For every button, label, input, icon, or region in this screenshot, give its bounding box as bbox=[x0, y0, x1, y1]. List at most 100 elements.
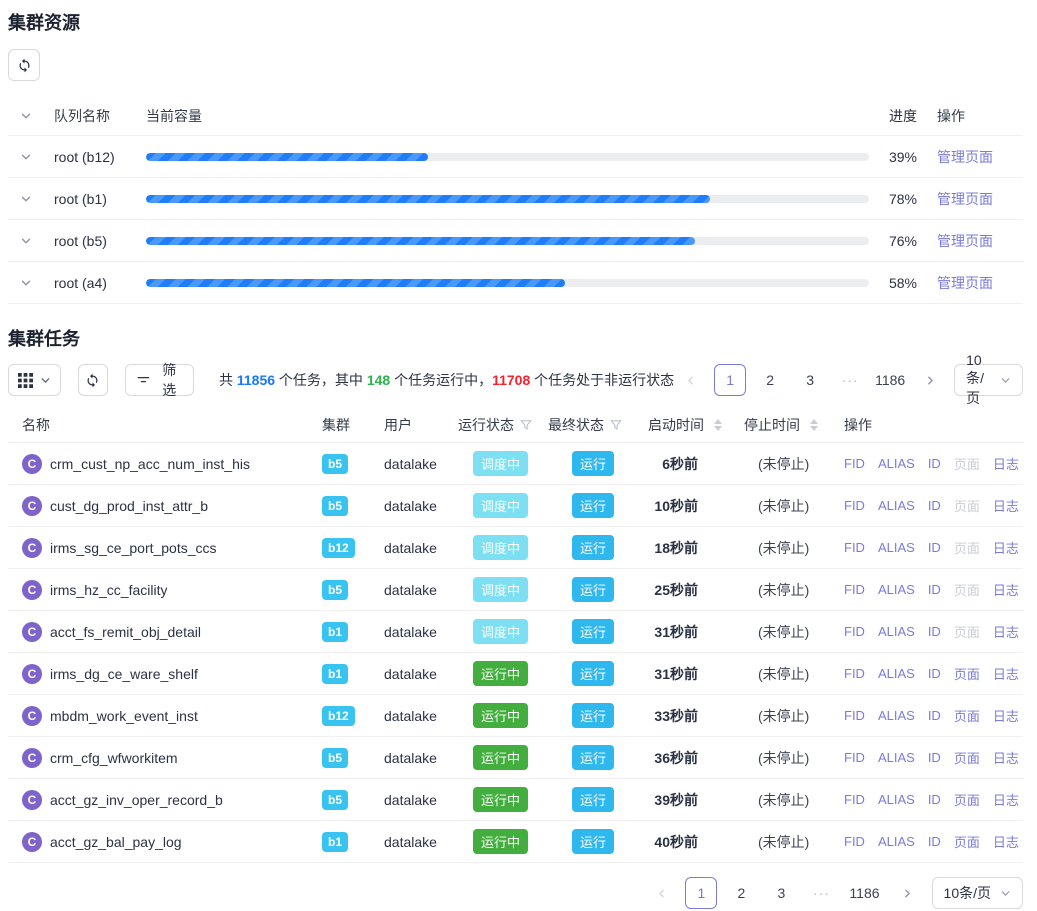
log-link[interactable]: 日志 bbox=[993, 538, 1019, 557]
page-link[interactable]: 页面 bbox=[954, 580, 980, 599]
page-button-3[interactable]: 3 bbox=[765, 877, 797, 909]
page-link[interactable]: 页面 bbox=[954, 664, 980, 683]
stop-time-header: 停止时间 bbox=[744, 415, 844, 435]
page-button-3[interactable]: 3 bbox=[794, 364, 826, 396]
resources-refresh-button[interactable] bbox=[8, 49, 40, 81]
next-page-button[interactable] bbox=[892, 877, 924, 909]
page-link[interactable]: 页面 bbox=[954, 538, 980, 557]
filter-button[interactable]: 筛选 bbox=[125, 364, 194, 396]
pagination-ellipsis[interactable]: ··· bbox=[834, 364, 866, 396]
fid-link[interactable]: FID bbox=[844, 498, 865, 513]
alias-link[interactable]: ALIAS bbox=[878, 750, 915, 765]
layout-grid-dropdown-button[interactable] bbox=[8, 364, 61, 396]
task-user: datalake bbox=[384, 582, 458, 598]
log-link[interactable]: 日志 bbox=[993, 454, 1019, 473]
collapse-all-chevron-down-icon[interactable] bbox=[20, 110, 45, 122]
alias-link[interactable]: ALIAS bbox=[878, 708, 915, 723]
pagination-ellipsis[interactable]: ··· bbox=[805, 877, 837, 909]
task-rows: C crm_cust_np_acc_num_inst_his b5 datala… bbox=[8, 443, 1023, 863]
page-link[interactable]: 页面 bbox=[954, 832, 980, 851]
log-link[interactable]: 日志 bbox=[993, 748, 1019, 767]
task-name: irms_dg_ce_ware_shelf bbox=[50, 666, 198, 682]
page-link[interactable]: 页面 bbox=[954, 706, 980, 725]
page-size-select[interactable]: 10条/页 bbox=[932, 877, 1023, 909]
log-link[interactable]: 日志 bbox=[993, 832, 1019, 851]
stop-time: (未停止) bbox=[744, 748, 844, 768]
id-link[interactable]: ID bbox=[928, 708, 941, 723]
final-status-badge: 运行 bbox=[572, 745, 614, 770]
fid-link[interactable]: FID bbox=[844, 582, 865, 597]
fid-link[interactable]: FID bbox=[844, 708, 865, 723]
alias-link[interactable]: ALIAS bbox=[878, 624, 915, 639]
task-avatar: C bbox=[22, 538, 42, 558]
page-button-1[interactable]: 1 bbox=[685, 877, 717, 909]
page-link[interactable]: 页面 bbox=[954, 454, 980, 473]
id-link[interactable]: ID bbox=[928, 792, 941, 807]
stop-time: (未停止) bbox=[744, 580, 844, 600]
fid-link[interactable]: FID bbox=[844, 666, 865, 681]
alias-link[interactable]: ALIAS bbox=[878, 540, 915, 555]
fid-link[interactable]: FID bbox=[844, 624, 865, 639]
log-link[interactable]: 日志 bbox=[993, 622, 1019, 641]
alias-link[interactable]: ALIAS bbox=[878, 666, 915, 681]
funnel-icon[interactable] bbox=[610, 419, 622, 431]
task-name: crm_cfg_wfworkitem bbox=[50, 750, 178, 766]
page-link[interactable]: 页面 bbox=[954, 790, 980, 809]
fid-link[interactable]: FID bbox=[844, 750, 865, 765]
start-time: 40秒前 bbox=[648, 832, 744, 852]
final-status-badge: 运行 bbox=[572, 703, 614, 728]
manage-page-link[interactable]: 管理页面 bbox=[937, 275, 993, 291]
sort-carets-icon[interactable] bbox=[810, 419, 818, 431]
log-link[interactable]: 日志 bbox=[993, 664, 1019, 683]
alias-link[interactable]: ALIAS bbox=[878, 834, 915, 849]
next-page-button[interactable] bbox=[914, 364, 946, 396]
log-link[interactable]: 日志 bbox=[993, 790, 1019, 809]
alias-link[interactable]: ALIAS bbox=[878, 456, 915, 471]
id-link[interactable]: ID bbox=[928, 582, 941, 597]
expand-chevron-down-icon[interactable] bbox=[20, 235, 45, 247]
expand-chevron-down-icon[interactable] bbox=[20, 193, 45, 205]
page-button-2[interactable]: 2 bbox=[754, 364, 786, 396]
last-page-button[interactable]: 1186 bbox=[845, 877, 883, 909]
page-size-select[interactable]: 10条/页 bbox=[954, 364, 1023, 396]
id-link[interactable]: ID bbox=[928, 750, 941, 765]
id-link[interactable]: ID bbox=[928, 540, 941, 555]
id-link[interactable]: ID bbox=[928, 834, 941, 849]
run-status-badge: 运行中 bbox=[473, 787, 528, 812]
fid-link[interactable]: FID bbox=[844, 540, 865, 555]
manage-page-link[interactable]: 管理页面 bbox=[937, 191, 993, 207]
page-link[interactable]: 页面 bbox=[954, 622, 980, 641]
page-button-2[interactable]: 2 bbox=[725, 877, 757, 909]
id-link[interactable]: ID bbox=[928, 624, 941, 639]
fid-link[interactable]: FID bbox=[844, 456, 865, 471]
id-link[interactable]: ID bbox=[928, 666, 941, 681]
id-link[interactable]: ID bbox=[928, 498, 941, 513]
tasks-refresh-button[interactable] bbox=[78, 364, 108, 396]
user-header: 用户 bbox=[384, 415, 458, 435]
expand-chevron-down-icon[interactable] bbox=[20, 277, 45, 289]
task-user: datalake bbox=[384, 456, 458, 472]
alias-link[interactable]: ALIAS bbox=[878, 498, 915, 513]
run-status-badge: 调度中 bbox=[473, 451, 528, 476]
log-link[interactable]: 日志 bbox=[993, 580, 1019, 599]
last-page-button[interactable]: 1186 bbox=[874, 364, 906, 396]
task-row: C cust_dg_prod_inst_attr_b b5 datalake 调… bbox=[8, 485, 1023, 527]
page-link[interactable]: 页面 bbox=[954, 748, 980, 767]
expand-chevron-down-icon[interactable] bbox=[20, 151, 45, 163]
sort-carets-icon[interactable] bbox=[714, 419, 722, 431]
log-link[interactable]: 日志 bbox=[993, 706, 1019, 725]
prev-page-button[interactable] bbox=[645, 877, 677, 909]
funnel-icon[interactable] bbox=[520, 419, 532, 431]
id-link[interactable]: ID bbox=[928, 456, 941, 471]
task-table: 名称 集群 用户 运行状态 最终状态 启动时间 停止时间 操作 bbox=[8, 408, 1023, 863]
alias-link[interactable]: ALIAS bbox=[878, 792, 915, 807]
fid-link[interactable]: FID bbox=[844, 834, 865, 849]
log-link[interactable]: 日志 bbox=[993, 496, 1019, 515]
manage-page-link[interactable]: 管理页面 bbox=[937, 233, 993, 249]
page-button-1[interactable]: 1 bbox=[714, 364, 746, 396]
page-link[interactable]: 页面 bbox=[954, 496, 980, 515]
alias-link[interactable]: ALIAS bbox=[878, 582, 915, 597]
manage-page-link[interactable]: 管理页面 bbox=[937, 149, 993, 165]
prev-page-button[interactable] bbox=[674, 364, 706, 396]
fid-link[interactable]: FID bbox=[844, 792, 865, 807]
